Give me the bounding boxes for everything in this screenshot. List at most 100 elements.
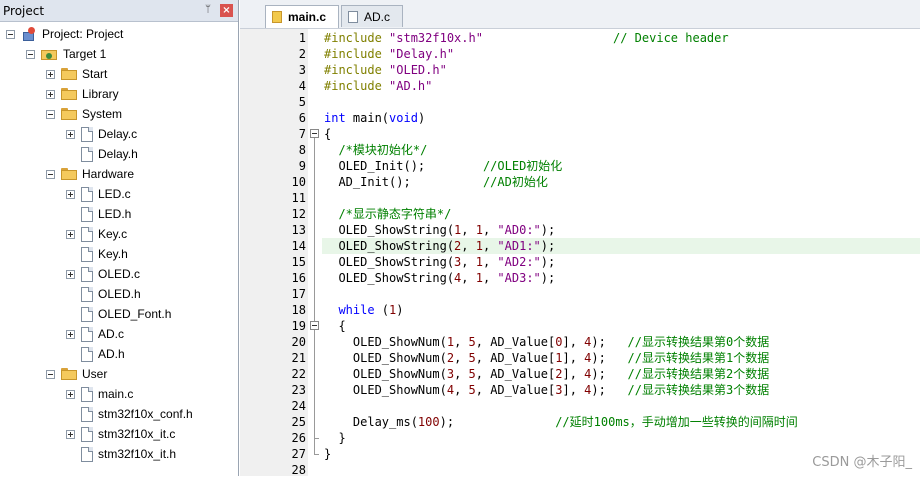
code-line[interactable]: } xyxy=(324,430,345,446)
code-token: 3 xyxy=(446,367,455,381)
code-line[interactable]: } xyxy=(324,446,331,462)
tree-item-stm32f10x-it-h[interactable]: stm32f10x_it.h xyxy=(66,444,176,464)
file-icon xyxy=(81,426,93,442)
code-line[interactable]: /*显示静态字符串*/ xyxy=(324,206,451,222)
tree-item-stm32f10x-conf-h[interactable]: stm32f10x_conf.h xyxy=(66,404,193,424)
tree-item-led-h[interactable]: LED.h xyxy=(66,204,131,224)
line-number: 10 xyxy=(291,175,306,189)
code-token: //延时100ms，手动增加一些转换的间隔时间 xyxy=(555,415,798,429)
expand-icon[interactable] xyxy=(46,69,55,79)
code-token: 1 xyxy=(446,335,455,349)
tree-item-label: System xyxy=(82,107,123,121)
expand-icon[interactable] xyxy=(66,189,75,199)
code-line[interactable]: #include "Delay.h" xyxy=(324,46,454,62)
expand-icon[interactable] xyxy=(46,89,55,99)
expand-icon[interactable] xyxy=(66,269,75,279)
tree-item-delay-h[interactable]: Delay.h xyxy=(66,144,138,164)
tree-item-label: Key.h xyxy=(98,247,128,261)
collapse-icon[interactable] xyxy=(26,49,35,59)
code-line[interactable]: while (1) xyxy=(324,302,403,318)
expand-icon[interactable] xyxy=(66,229,75,239)
fold-collapse-icon[interactable] xyxy=(310,321,319,330)
code-line[interactable]: Delay_ms(100); //延时100ms，手动增加一些转换的间隔时间 xyxy=(324,414,798,430)
code-line[interactable]: { xyxy=(324,318,345,334)
tree-item-oled-font-h[interactable]: OLED_Font.h xyxy=(66,304,171,324)
code-line[interactable]: OLED_Init(); //OLED初始化 xyxy=(324,158,562,174)
code-token: OLED_ShowString( xyxy=(324,271,455,285)
code-line[interactable]: OLED_ShowString(4, 1, "AD3:"); xyxy=(324,270,555,286)
code-editor[interactable]: 1 2 3 4 5 6 7 8 9 10 11 12 13 14 15 16 17 18 19 20 21 22 23 24 2… xyxy=(240,29,920,477)
code-line[interactable]: #include "AD.h" xyxy=(324,78,432,94)
code-line[interactable]: OLED_ShowNum(4, 5, AD_Value[3], 4); //显示… xyxy=(324,382,769,398)
code-line[interactable]: OLED_ShowNum(2, 5, AD_Value[1], 4); //显示… xyxy=(324,350,769,366)
line-number: 16 xyxy=(291,271,306,285)
folder-icon xyxy=(61,368,77,380)
close-icon[interactable]: × xyxy=(220,4,233,17)
tree-item-library[interactable]: Library xyxy=(46,84,119,104)
tab-ad-c[interactable]: AD.c xyxy=(341,5,403,27)
code-line[interactable]: OLED_ShowString(3, 1, "AD2:"); xyxy=(324,254,555,270)
line-number: 2 xyxy=(298,47,306,61)
tree-item-system[interactable]: System xyxy=(46,104,122,124)
file-icon xyxy=(81,386,93,402)
collapse-icon[interactable] xyxy=(6,29,15,39)
file-icon xyxy=(81,286,93,302)
code-line[interactable]: AD_Init(); //AD初始化 xyxy=(324,174,547,190)
code-line[interactable]: OLED_ShowString(1, 1, "AD0:"); xyxy=(324,222,555,238)
expand-icon[interactable] xyxy=(66,129,75,139)
line-number-gutter: 1 2 3 4 5 6 7 8 9 10 11 12 13 14 15 16 17 18 19 20 21 22 23 24 2… xyxy=(240,29,309,477)
code-token: #include xyxy=(324,47,390,61)
tree-item-label: LED.h xyxy=(98,207,132,221)
tree-item-key-c[interactable]: Key.c xyxy=(66,224,127,244)
code-token: , AD_Value[ xyxy=(475,335,556,349)
expand-icon[interactable] xyxy=(66,429,75,439)
code-line[interactable]: { xyxy=(324,126,331,142)
file-icon xyxy=(272,11,282,23)
collapse-icon[interactable] xyxy=(46,369,55,379)
tree-item-main-c[interactable]: main.c xyxy=(66,384,133,404)
watermark: CSDN @木子阳_ xyxy=(812,455,912,470)
tree-item-ad-h[interactable]: AD.h xyxy=(66,344,125,364)
tree-item-stm32f10x-it-c[interactable]: stm32f10x_it.c xyxy=(66,424,175,444)
tree-item-delay-c[interactable]: Delay.c xyxy=(66,124,137,144)
pin-icon[interactable]: ᛘ xyxy=(202,4,214,16)
code-line[interactable]: #include "OLED.h" xyxy=(324,62,447,78)
collapse-icon[interactable] xyxy=(46,109,55,119)
tree-item-label: stm32f10x_it.h xyxy=(98,447,177,461)
code-line[interactable]: OLED_ShowNum(3, 5, AD_Value[2], 4); //显示… xyxy=(324,366,769,382)
tree-item-ad-c[interactable]: AD.c xyxy=(66,324,124,344)
expand-icon[interactable] xyxy=(66,329,75,339)
code-line[interactable]: OLED_ShowString(2, 1, "AD1:"); xyxy=(324,238,555,254)
tree-item-oled-h[interactable]: OLED.h xyxy=(66,284,141,304)
tree-item-target-1[interactable]: Target 1 xyxy=(26,44,106,64)
tree-item-key-h[interactable]: Key.h xyxy=(66,244,128,264)
fold-collapse-icon[interactable] xyxy=(310,129,319,138)
code-line[interactable]: #include "stm32f10x.h" // Device header xyxy=(324,30,729,46)
tree-item-led-c[interactable]: LED.c xyxy=(66,184,131,204)
code-token: , AD_Value[ xyxy=(475,351,556,365)
tree-item-label: OLED.c xyxy=(98,267,141,281)
code-line[interactable]: /*模块初始化*/ xyxy=(324,142,427,158)
collapse-icon[interactable] xyxy=(46,169,55,179)
code-token: , xyxy=(482,239,498,253)
code-line[interactable]: OLED_ShowNum(1, 5, AD_Value[0], 4); //显示… xyxy=(324,334,769,350)
tab-main-c[interactable]: main.c xyxy=(265,5,339,28)
project-tree: Project: Project Target 1 Start Library Syst… xyxy=(0,22,238,476)
tree-item-project-project[interactable]: Project: Project xyxy=(6,24,123,44)
line-number: 7 xyxy=(298,127,306,141)
code-area[interactable]: #include "stm32f10x.h" // Device header #… xyxy=(322,29,920,476)
code-token: 1 xyxy=(475,271,483,285)
tree-item-start[interactable]: Start xyxy=(46,64,107,84)
line-number: 13 xyxy=(291,223,306,237)
code-token: , xyxy=(454,335,469,349)
tree-item-oled-c[interactable]: OLED.c xyxy=(66,264,140,284)
code-token: } xyxy=(324,447,332,461)
tree-item-hardware[interactable]: Hardware xyxy=(46,164,134,184)
code-line[interactable]: int main(void) xyxy=(324,110,425,126)
file-icon xyxy=(81,306,93,322)
tree-item-user[interactable]: User xyxy=(46,364,107,384)
code-token: 5 xyxy=(468,367,476,381)
expand-icon[interactable] xyxy=(66,389,75,399)
tree-item-label: AD.c xyxy=(98,327,125,341)
